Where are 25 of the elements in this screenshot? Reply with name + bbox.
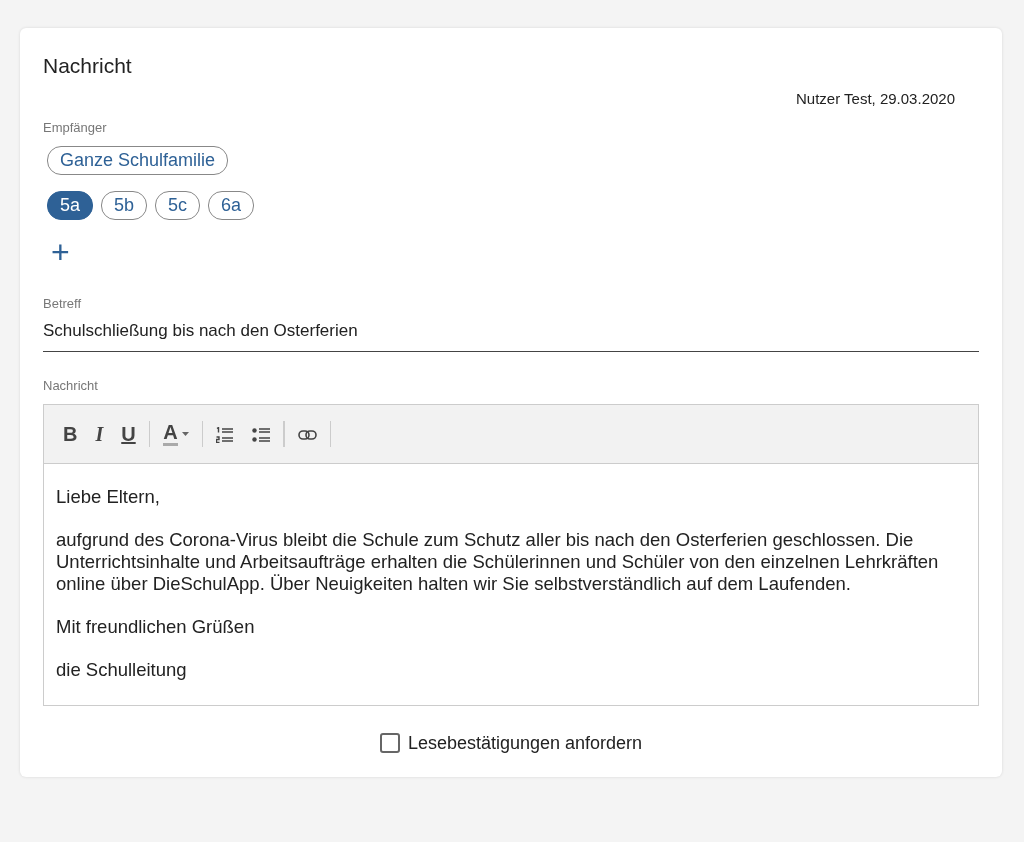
message-paragraph: die Schulleitung [56, 658, 188, 681]
bullet-list-icon [252, 427, 271, 444]
recipient-chip[interactable]: Ganze Schulfamilie [47, 145, 229, 175]
recipient-chip[interactable]: 5a [47, 190, 94, 220]
message-paragraph: Liebe Eltern, [56, 485, 161, 508]
message-paragraph: aufgrund des Corona-Virus bleibt die Schule zum Schutz aller bis nach den Osterferien geschlossen. Die Unterrichtsinhalte und Arbeitsaufträge erhalten die Schülerinnen und Schüler von den einzelnen Lehrkräften online über DieSchulApp. Über Neuigkeiten halten wir Sie selbstverständlich auf dem Laufenden. [56, 528, 940, 595]
numbered-list-icon [216, 427, 235, 444]
author-date: Nutzer Test, 29.03.2020 [795, 88, 955, 109]
checkbox-label: Lesebestätigungen anfordern [407, 731, 643, 755]
underline-button[interactable]: U [112, 423, 145, 444]
field-label: Betreff [43, 295, 83, 313]
bold-button[interactable]: B [54, 423, 87, 444]
card-title: Nachricht [43, 53, 133, 79]
checkbox[interactable] [379, 733, 400, 753]
recipient-chip[interactable]: 5b [101, 190, 148, 220]
caret-icon [181, 431, 189, 436]
message-editor[interactable] [43, 403, 979, 706]
add-recipient-button[interactable]: + [43, 235, 70, 268]
recipient-chip[interactable]: 6a [208, 190, 255, 220]
recipient-chip[interactable]: 5c [155, 190, 201, 220]
text-color-button[interactable]: A [154, 421, 198, 446]
italic-button[interactable]: I [86, 423, 113, 444]
message-paragraph: Mit freundlichen Grüßen [56, 615, 256, 638]
field-label: Empfänger [43, 119, 108, 137]
field-label: Nachricht [43, 377, 99, 395]
